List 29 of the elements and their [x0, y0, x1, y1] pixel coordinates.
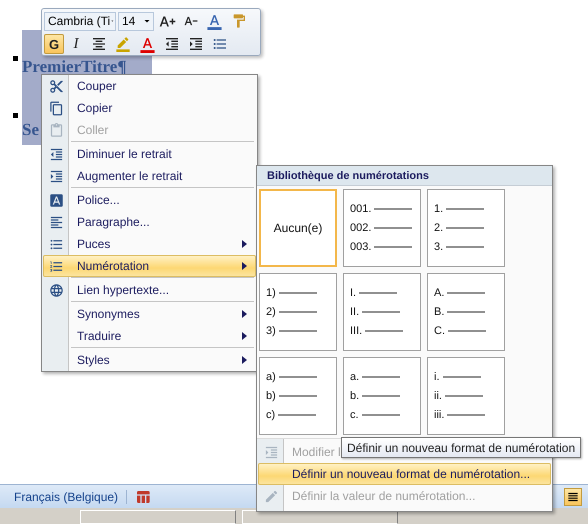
number-marker: 1. — [434, 203, 444, 215]
language-status: Français (Belgique) — [14, 490, 128, 504]
number-marker: 3) — [266, 325, 276, 337]
number-marker: b) — [266, 390, 276, 402]
number-marker: 2) — [266, 306, 276, 318]
number-marker: 3. — [434, 241, 444, 253]
number-marker: ii. — [434, 390, 442, 402]
submenu-title: Bibliothèque de numérotations — [257, 166, 552, 186]
number-marker: c) — [266, 409, 276, 421]
number-marker: iii. — [434, 409, 444, 421]
number-marker: c. — [350, 409, 359, 421]
number-marker: 003. — [350, 241, 372, 253]
number-marker: 2. — [434, 222, 444, 234]
number-marker: a. — [350, 371, 360, 383]
number-marker: C. — [434, 325, 445, 337]
number-marker: III. — [350, 325, 362, 337]
number-marker: A. — [434, 287, 444, 299]
number-marker: I. — [350, 287, 356, 299]
number-marker: a) — [266, 371, 276, 383]
number-marker: B. — [434, 306, 444, 318]
heading-text: Se — [22, 121, 39, 138]
number-marker: 1) — [266, 287, 276, 299]
number-marker: 001. — [350, 203, 372, 215]
number-marker: i. — [434, 371, 440, 383]
number-marker: 002. — [350, 222, 372, 234]
number-marker: b. — [350, 390, 360, 402]
heading-text: PremierTitre¶ — [22, 58, 127, 75]
tooltip: Définir un nouveau format de numérotation — [341, 437, 582, 458]
number-marker: II. — [350, 306, 360, 318]
